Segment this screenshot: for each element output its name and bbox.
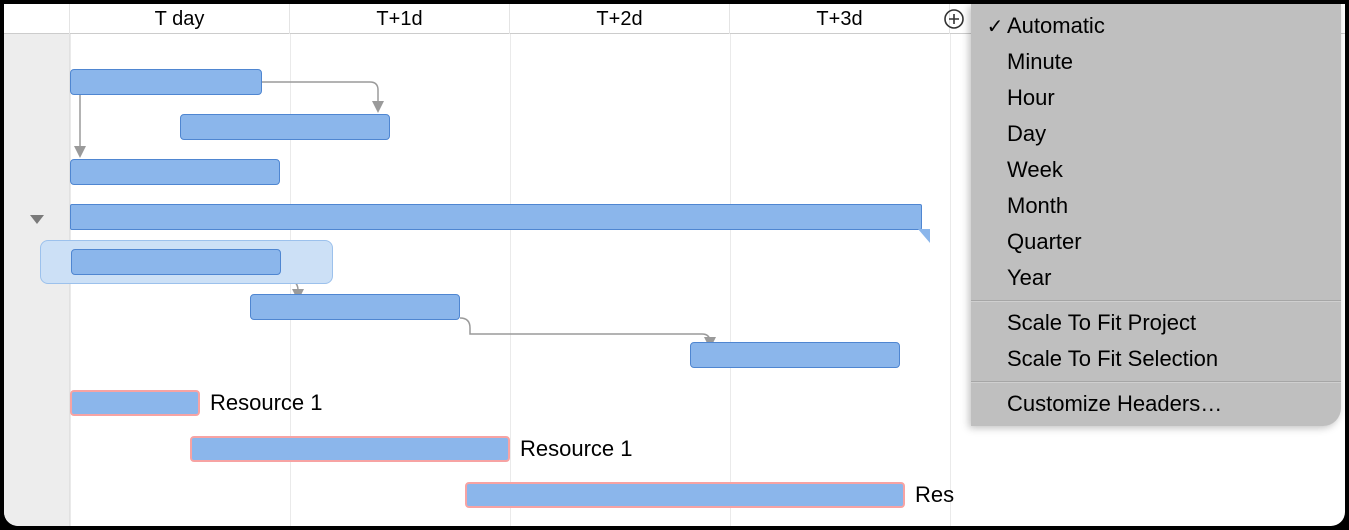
menu-section-customize: Customize Headers… [971, 381, 1341, 426]
menu-item-label: Week [1007, 157, 1063, 183]
timescale-menu: ✓ Automatic Minute Hour Day Week Mont [971, 4, 1341, 426]
menu-item-month[interactable]: Month [971, 188, 1341, 224]
menu-item-label: Month [1007, 193, 1068, 219]
header-gutter [4, 4, 70, 34]
add-scale-button[interactable] [943, 8, 965, 30]
task-bar[interactable] [71, 249, 281, 275]
resource-label: Res [915, 482, 954, 508]
resource-label: Resource 1 [520, 436, 633, 462]
menu-item-label: Customize Headers… [1007, 391, 1222, 417]
menu-item-customize-headers[interactable]: Customize Headers… [971, 386, 1341, 422]
task-bar-selected[interactable] [40, 240, 333, 284]
resource-bar[interactable] [70, 390, 200, 416]
menu-section-scale: Scale To Fit Project Scale To Fit Select… [971, 300, 1341, 381]
menu-item-scale-selection[interactable]: Scale To Fit Selection [971, 341, 1341, 377]
resource-label: Resource 1 [210, 390, 323, 416]
menu-section-units: ✓ Automatic Minute Hour Day Week Mont [971, 4, 1341, 300]
menu-item-scale-project[interactable]: Scale To Fit Project [971, 305, 1341, 341]
menu-item-label: Scale To Fit Selection [1007, 346, 1218, 372]
gantt-window: T day T+1d T+2d T+3d [4, 4, 1345, 526]
menu-item-minute[interactable]: Minute [971, 44, 1341, 80]
resource-bar[interactable] [190, 436, 510, 462]
menu-item-label: Hour [1007, 85, 1055, 111]
menu-item-hour[interactable]: Hour [971, 80, 1341, 116]
menu-item-label: Automatic [1007, 13, 1105, 39]
task-bar[interactable] [180, 114, 390, 140]
menu-item-quarter[interactable]: Quarter [971, 224, 1341, 260]
timeline-column-3[interactable]: T+3d [730, 4, 950, 34]
menu-item-label: Day [1007, 121, 1046, 147]
summary-bar-end-icon [918, 229, 930, 243]
task-bar[interactable] [690, 342, 900, 368]
menu-item-automatic[interactable]: ✓ Automatic [971, 8, 1341, 44]
menu-item-week[interactable]: Week [971, 152, 1341, 188]
timeline-column-0[interactable]: T day [70, 4, 290, 34]
plus-circle-icon [943, 8, 965, 30]
check-icon: ✓ [983, 14, 1007, 39]
timeline-column-2[interactable]: T+2d [510, 4, 730, 34]
timeline-column-1[interactable]: T+1d [290, 4, 510, 34]
menu-item-day[interactable]: Day [971, 116, 1341, 152]
menu-item-year[interactable]: Year [971, 260, 1341, 296]
menu-item-label: Minute [1007, 49, 1073, 75]
task-bar[interactable] [250, 294, 460, 320]
chevron-down-icon [28, 210, 46, 228]
resource-bar[interactable] [465, 482, 905, 508]
task-bar[interactable] [70, 69, 262, 95]
task-bar[interactable] [70, 159, 280, 185]
menu-item-label: Scale To Fit Project [1007, 310, 1196, 336]
menu-item-label: Year [1007, 265, 1051, 291]
summary-bar[interactable] [70, 204, 922, 230]
disclosure-triangle[interactable] [28, 210, 46, 228]
menu-item-label: Quarter [1007, 229, 1082, 255]
